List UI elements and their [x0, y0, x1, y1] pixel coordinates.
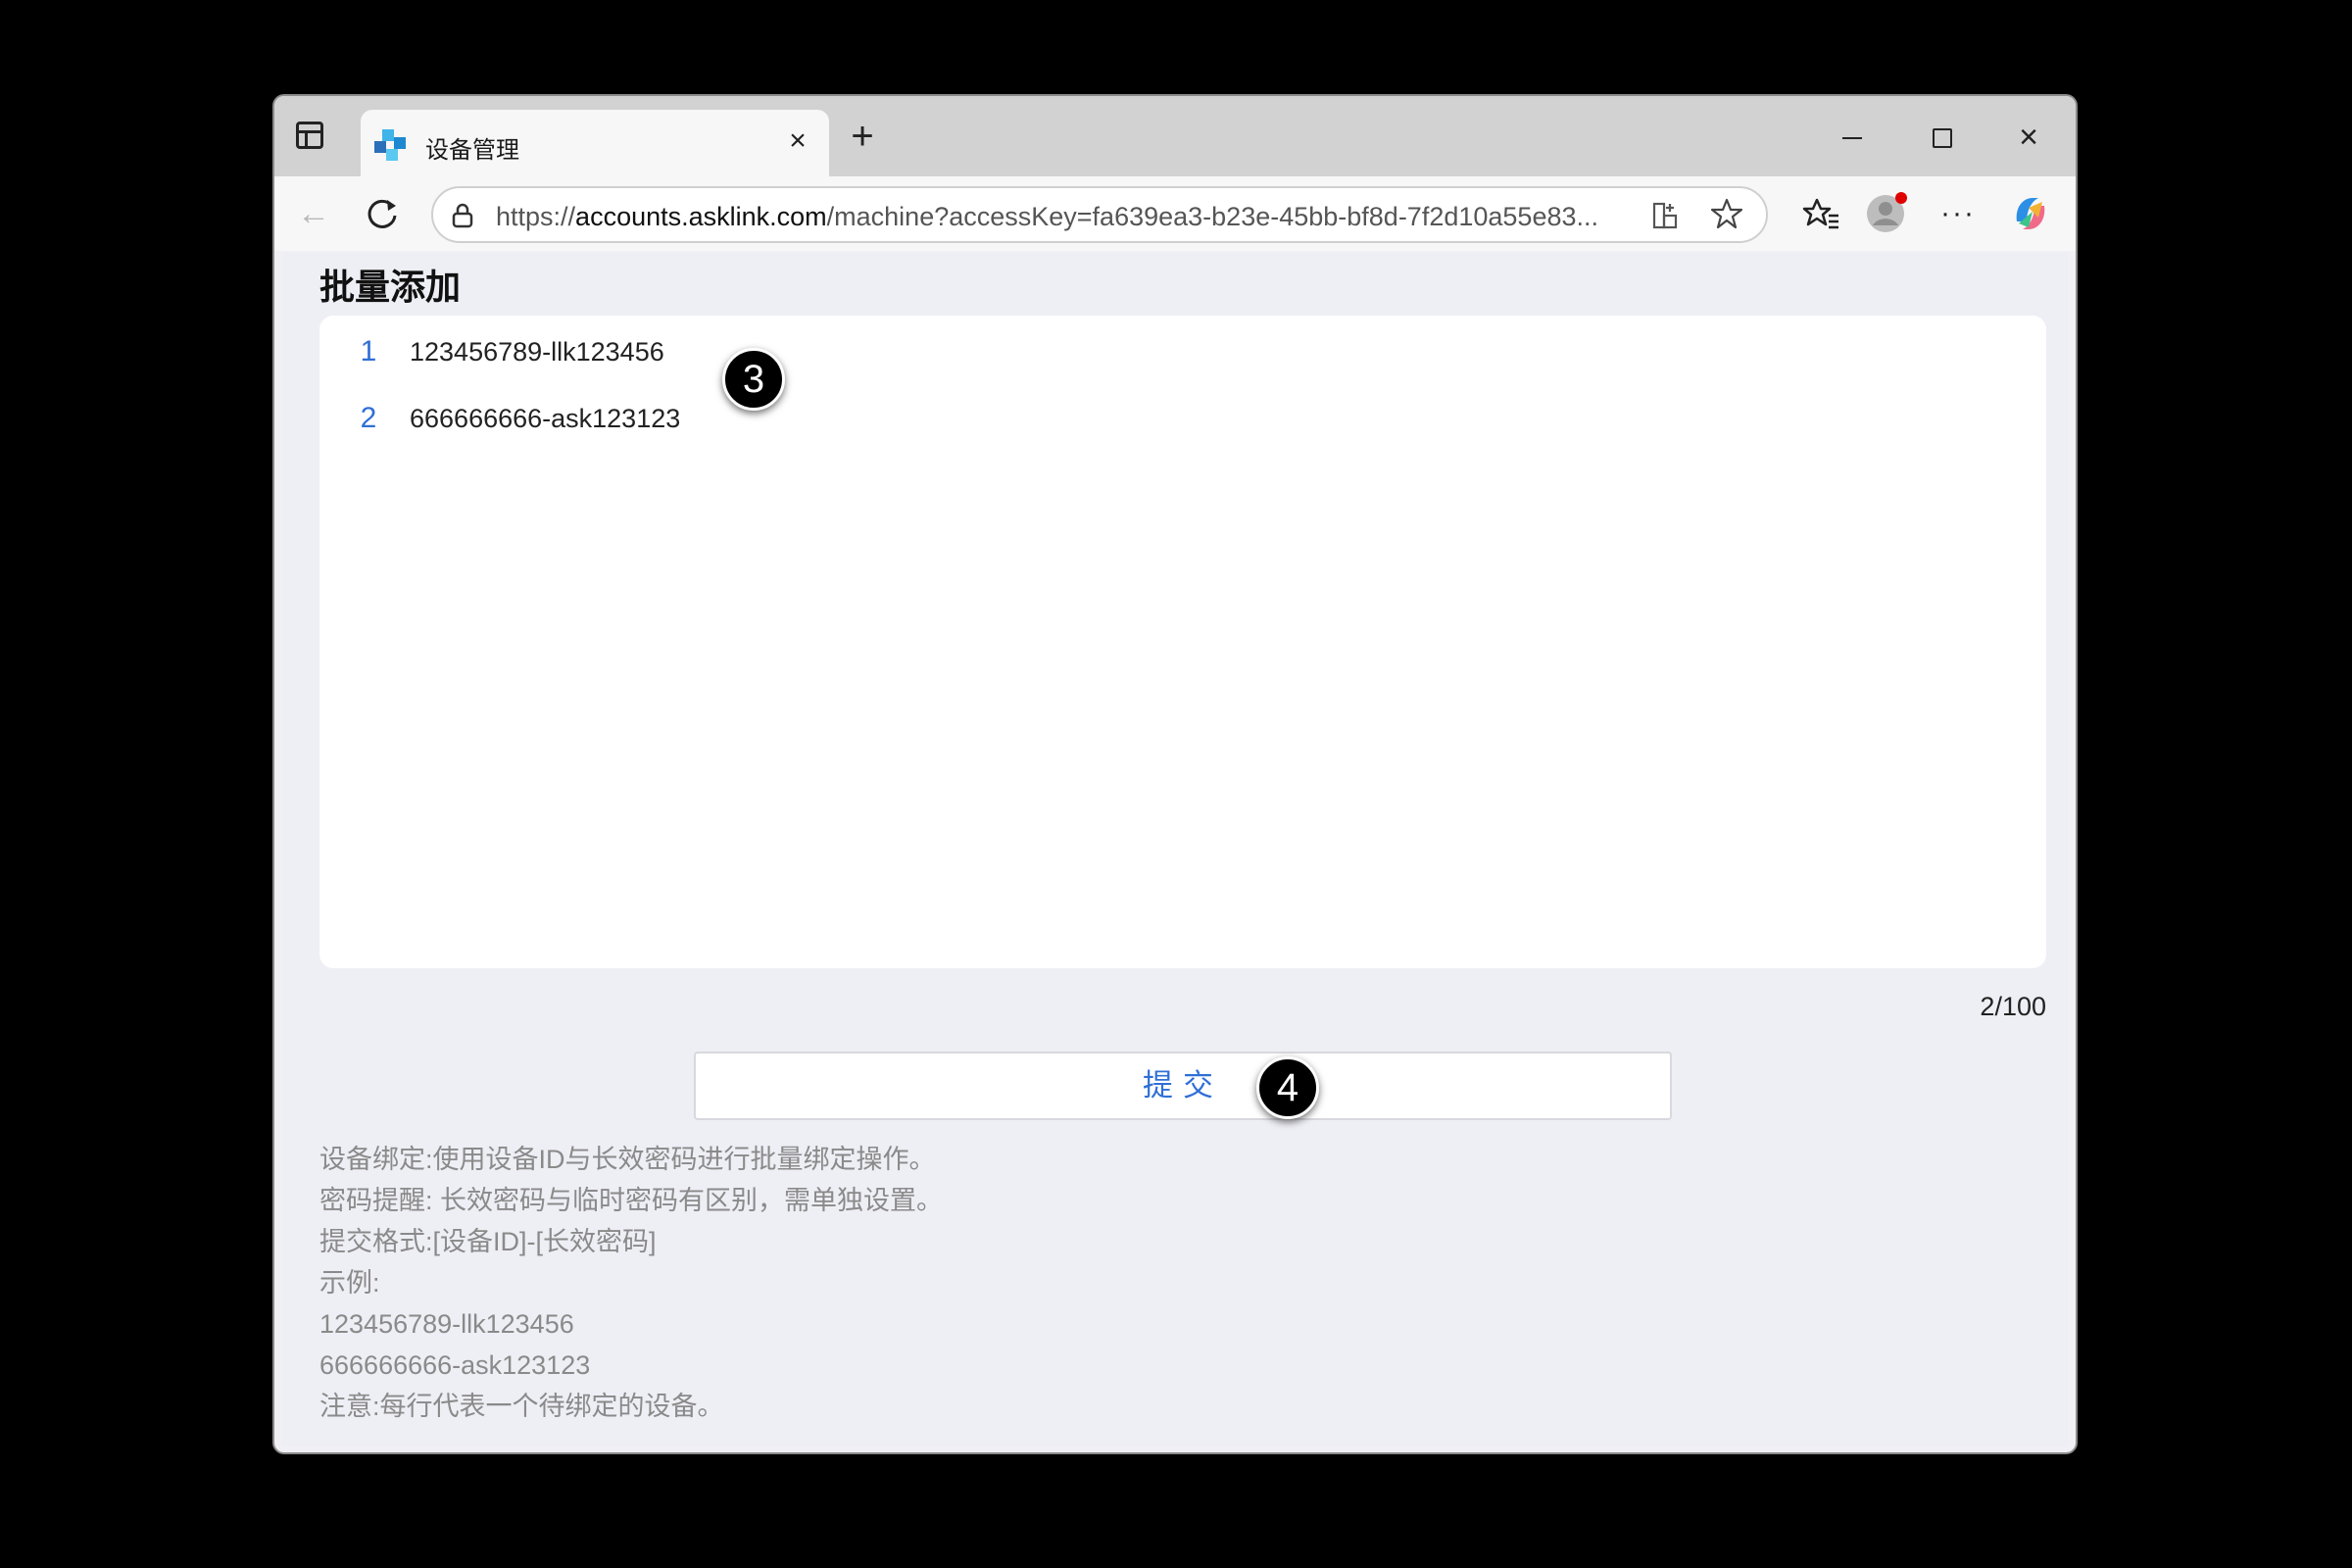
line-number: 2 [360, 402, 377, 434]
editor-line[interactable]: 2 666666666-ask123123 [319, 402, 2046, 451]
tab-strip: 设备管理 × + × [274, 96, 2076, 176]
profile-avatar-icon[interactable] [1866, 192, 1909, 235]
tab-title: 设备管理 [425, 137, 519, 164]
favorite-star-icon[interactable] [1709, 196, 1744, 231]
help-line: 密码提醒: 长效密码与临时密码有区别，需单独设置。 [319, 1186, 944, 1215]
maximize-icon[interactable] [1921, 118, 1960, 157]
browser-toolbar: ← https://accounts.asklink.com/machine?a… [274, 176, 2076, 251]
help-line: 示例: [319, 1268, 380, 1298]
reload-icon[interactable] [361, 192, 404, 235]
batch-input-editor[interactable]: 1 123456789-llk123456 2 666666666-ask123… [319, 316, 2046, 968]
back-arrow-icon[interactable]: ← [292, 192, 335, 235]
app-available-icon[interactable] [1650, 200, 1682, 231]
copilot-icon[interactable] [2009, 192, 2052, 235]
new-tab-icon[interactable]: + [845, 117, 880, 156]
line-number: 1 [360, 335, 377, 368]
more-options-icon[interactable]: ··· [1936, 192, 1980, 235]
page-content: 批量添加 1 123456789-llk123456 2 666666666-a… [282, 253, 2068, 1446]
help-text: 设备绑定:使用设备ID与长效密码进行批量绑定操作。 密码提醒: 长效密码与临时密… [319, 1139, 943, 1427]
help-line: 注意:每行代表一个待绑定的设备。 [319, 1392, 724, 1421]
browser-window: 设备管理 × + × ← https://accounts.asklink.co… [272, 94, 2078, 1454]
tab-actions-icon[interactable] [296, 122, 323, 149]
page-title: 批量添加 [319, 267, 462, 307]
url-text[interactable]: https://accounts.asklink.com/machine?acc… [496, 202, 1598, 232]
tab-close-icon[interactable]: × [782, 125, 813, 157]
line-text[interactable]: 123456789-llk123456 [410, 337, 664, 368]
submit-button[interactable]: 提交 [694, 1052, 1672, 1120]
tab-active[interactable]: 设备管理 × [361, 110, 829, 176]
favorites-icon[interactable] [1799, 192, 1842, 235]
line-text[interactable]: 666666666-ask123123 [410, 404, 680, 434]
step-marker-3: 3 [722, 348, 785, 411]
editor-line[interactable]: 1 123456789-llk123456 [319, 335, 2046, 384]
line-counter: 2/100 [1980, 992, 2046, 1021]
help-line: 666666666-ask123123 [319, 1350, 591, 1380]
help-line: 设备绑定:使用设备ID与长效密码进行批量绑定操作。 [319, 1145, 936, 1174]
minimize-icon[interactable] [1833, 118, 1872, 157]
step-marker-4: 4 [1256, 1056, 1319, 1119]
help-line: 提交格式:[设备ID]-[长效密码] [319, 1227, 657, 1256]
help-line: 123456789-llk123456 [319, 1309, 574, 1339]
window-close-icon[interactable]: × [2009, 118, 2048, 157]
lock-icon[interactable] [449, 202, 476, 229]
address-bar[interactable]: https://accounts.asklink.com/machine?acc… [431, 186, 1768, 243]
site-logo-icon [374, 129, 406, 161]
